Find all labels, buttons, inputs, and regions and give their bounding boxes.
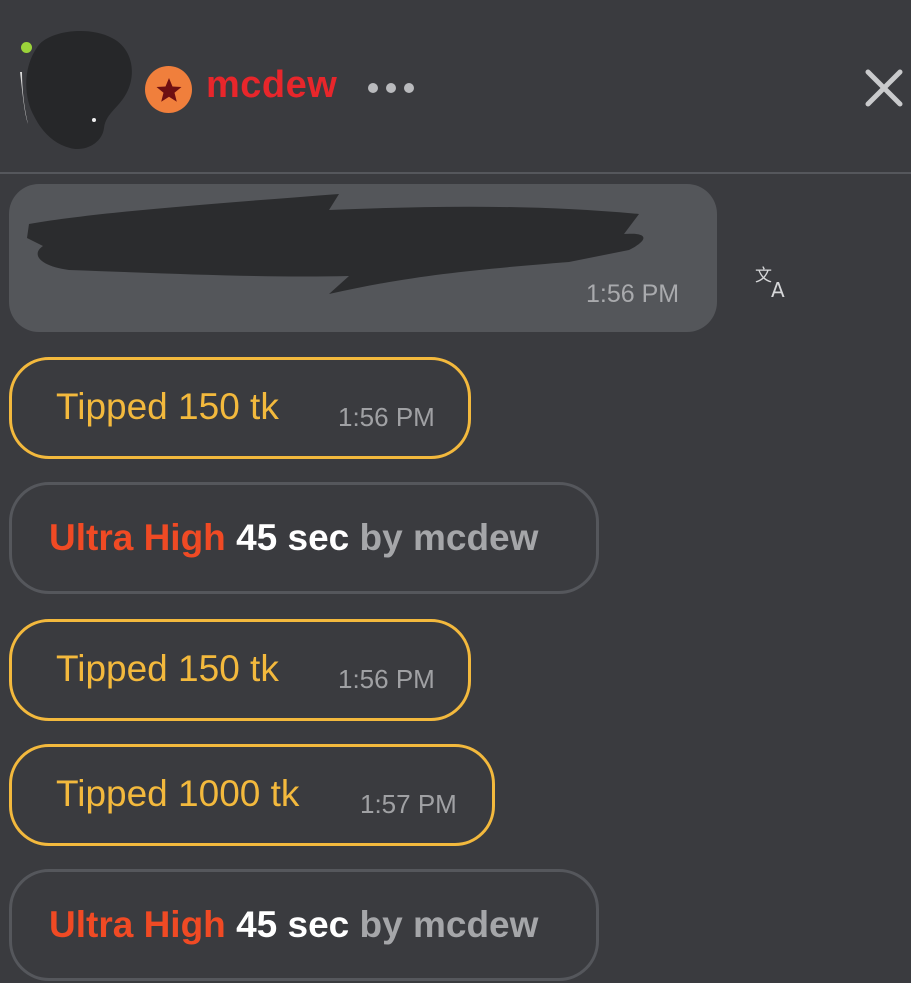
svg-text:文: 文 [755, 266, 772, 286]
redacted-message-text [27, 194, 644, 294]
tip-message: Tipped 150 tk 1:56 PM [9, 357, 471, 459]
notification-message: Ultra High 45 sec by mcdew [9, 482, 599, 594]
level-label: Ultra High [49, 517, 226, 558]
more-options-icon[interactable] [368, 80, 418, 96]
tip-text: Tipped 150 tk [56, 648, 279, 689]
duration-label: 45 sec [236, 517, 350, 558]
level-label: Ultra High [49, 904, 226, 945]
tip-text: Tipped 150 tk [56, 386, 279, 427]
duration-label: 45 sec [236, 904, 350, 945]
online-status-dot [21, 42, 32, 53]
tip-message: Tipped 1000 tk 1:57 PM [9, 744, 495, 846]
avatar[interactable] [20, 28, 138, 152]
tip-message: Tipped 150 tk 1:56 PM [9, 619, 471, 721]
tip-timestamp: 1:57 PM [360, 789, 457, 819]
close-icon[interactable] [864, 68, 904, 108]
message-bubble [9, 184, 717, 332]
by-user-label: by mcdew [359, 517, 539, 558]
message-timestamp: 1:56 PM [586, 280, 680, 308]
username[interactable]: mcdew [206, 64, 337, 107]
svg-text:A: A [771, 278, 785, 300]
notification-message: Ultra High 45 sec by mcdew [9, 869, 599, 981]
chat-header: mcdew [0, 0, 911, 174]
by-user-label: by mcdew [359, 904, 539, 945]
translate-icon[interactable]: 文 A [754, 262, 792, 302]
tip-text: Tipped 1000 tk [56, 773, 300, 814]
tip-timestamp: 1:56 PM [338, 664, 435, 694]
tip-timestamp: 1:56 PM [338, 402, 435, 432]
star-icon [145, 66, 192, 113]
